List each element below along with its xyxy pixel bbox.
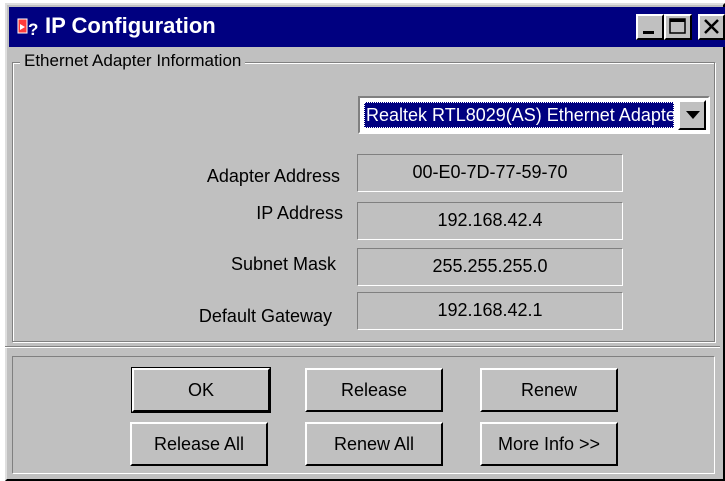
adapter-select-value: Realtek RTL8029(AS) Ethernet Adapter [364, 102, 674, 128]
default-gateway-value: 192.168.42.1 [357, 292, 623, 330]
subnet-mask-value: 255.255.255.0 [357, 248, 623, 286]
subnet-mask-label: Subnet Mask [230, 254, 336, 274]
renew-button[interactable]: Renew [480, 368, 618, 412]
window-title: IP Configuration [45, 13, 216, 38]
chevron-down-icon[interactable] [678, 100, 706, 130]
more-info-button[interactable]: More Info >> [480, 422, 618, 466]
release-all-button[interactable]: Release All [130, 422, 268, 466]
renew-all-button[interactable]: Renew All [305, 422, 443, 466]
title-bar[interactable]: ? IP Configuration [9, 7, 725, 47]
section-divider [5, 346, 720, 348]
network-config-icon: ? [17, 15, 41, 39]
minimize-icon [643, 31, 654, 34]
adapter-select[interactable]: Realtek RTL8029(AS) Ethernet Adapter [358, 96, 710, 134]
default-gateway-label: Default Gateway [198, 306, 332, 326]
close-button[interactable] [698, 14, 725, 40]
svg-text:?: ? [28, 20, 38, 39]
maximize-button[interactable] [664, 14, 692, 40]
release-button[interactable]: Release [305, 368, 443, 412]
maximize-icon [669, 18, 686, 34]
ok-button[interactable]: OK [131, 367, 271, 413]
adapter-info-legend: Ethernet Adapter Information [20, 51, 246, 71]
ip-address-value: 192.168.42.4 [357, 202, 623, 240]
adapter-address-value: 00-E0-7D-77-59-70 [357, 154, 623, 192]
minimize-button[interactable] [636, 14, 664, 40]
close-icon [704, 19, 719, 34]
ip-address-label: IP Address [256, 203, 343, 223]
adapter-address-label: Adapter Address [206, 166, 340, 186]
